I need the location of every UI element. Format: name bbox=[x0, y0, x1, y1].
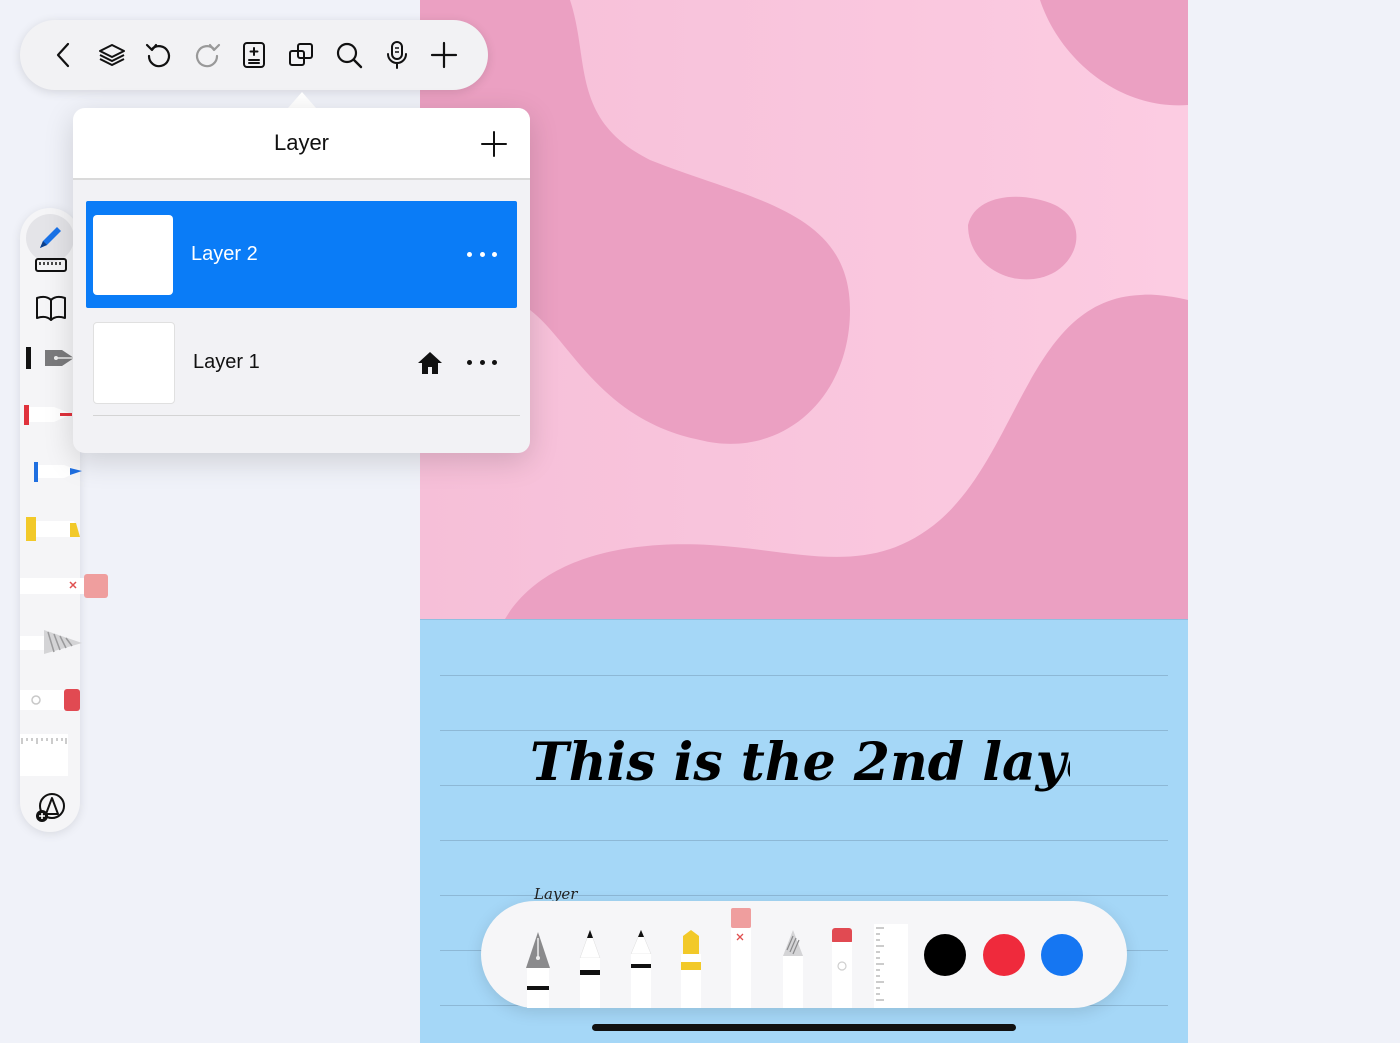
home-indicator bbox=[592, 1024, 1016, 1031]
book-icon[interactable] bbox=[35, 294, 67, 322]
layer-name: Layer 1 bbox=[193, 351, 260, 373]
pen-toolbar bbox=[481, 901, 1127, 1008]
laser-pointer-tool[interactable] bbox=[830, 928, 854, 1008]
color-swatch-red[interactable] bbox=[983, 934, 1025, 976]
ruler-tool[interactable] bbox=[20, 734, 68, 776]
yellow-highlighter-tool[interactable] bbox=[26, 515, 116, 543]
handwritten-text: This is the 2nd layer bbox=[530, 732, 1070, 793]
add-layer-icon[interactable] bbox=[480, 130, 508, 158]
shapes-add-icon[interactable] bbox=[34, 792, 66, 824]
layer-thumbnail bbox=[93, 214, 173, 295]
laser-pointer-tool[interactable] bbox=[20, 686, 110, 714]
color-swatch-black[interactable] bbox=[924, 934, 966, 976]
pen-mode-icon[interactable] bbox=[26, 214, 74, 262]
more-options-icon[interactable] bbox=[467, 353, 497, 373]
undo-icon[interactable] bbox=[143, 39, 175, 71]
blue-pen-tool[interactable] bbox=[34, 459, 124, 485]
fountain-pen-tool[interactable] bbox=[523, 928, 553, 1008]
eraser-tool[interactable] bbox=[729, 908, 753, 1008]
pink-blob-background bbox=[420, 0, 1188, 619]
page-add-icon[interactable] bbox=[238, 39, 270, 71]
back-icon[interactable] bbox=[48, 39, 80, 71]
highlighter-tool[interactable] bbox=[677, 928, 705, 1008]
note-canvas[interactable]: This is the 2nd layer Layer bbox=[420, 0, 1188, 1043]
ballpoint-pen-tool[interactable] bbox=[576, 928, 604, 1008]
top-toolbar bbox=[20, 20, 488, 90]
home-icon bbox=[418, 351, 442, 374]
layer-thumbnail bbox=[93, 321, 175, 404]
ruled-line bbox=[440, 675, 1168, 676]
add-icon[interactable] bbox=[428, 39, 460, 71]
layer-name: Layer 2 bbox=[191, 243, 258, 265]
pencil-tool[interactable] bbox=[627, 928, 655, 1008]
layer-panel: Layer Layer 2 Layer 1 bbox=[73, 108, 530, 453]
redo-icon[interactable] bbox=[191, 39, 223, 71]
layer-panel-header: Layer bbox=[73, 108, 530, 180]
tool-sidebar bbox=[20, 208, 108, 832]
svg-text:This is the 2nd layer: This is the 2nd layer bbox=[530, 732, 1070, 793]
eraser-tool[interactable] bbox=[20, 572, 110, 600]
layer-row-layer-1[interactable]: Layer 1 bbox=[86, 309, 517, 416]
lasso-tool[interactable] bbox=[779, 928, 807, 1008]
layer-row-layer-2[interactable]: Layer 2 bbox=[86, 201, 517, 308]
ruler-tool[interactable] bbox=[874, 924, 908, 1008]
keyboard-icon[interactable] bbox=[35, 258, 67, 272]
copy-icon[interactable] bbox=[286, 39, 318, 71]
lasso-tool[interactable] bbox=[20, 628, 110, 658]
color-swatch-blue[interactable] bbox=[1041, 934, 1083, 976]
pink-background-layer bbox=[420, 0, 1188, 619]
more-options-icon[interactable] bbox=[467, 245, 497, 265]
layers-icon[interactable] bbox=[96, 39, 128, 71]
divider bbox=[93, 415, 520, 416]
layer-panel-title: Layer bbox=[273, 130, 330, 155]
search-icon[interactable] bbox=[333, 39, 365, 71]
microphone-icon[interactable] bbox=[381, 39, 413, 71]
ruled-line bbox=[440, 840, 1168, 841]
popover-arrow bbox=[288, 92, 316, 108]
